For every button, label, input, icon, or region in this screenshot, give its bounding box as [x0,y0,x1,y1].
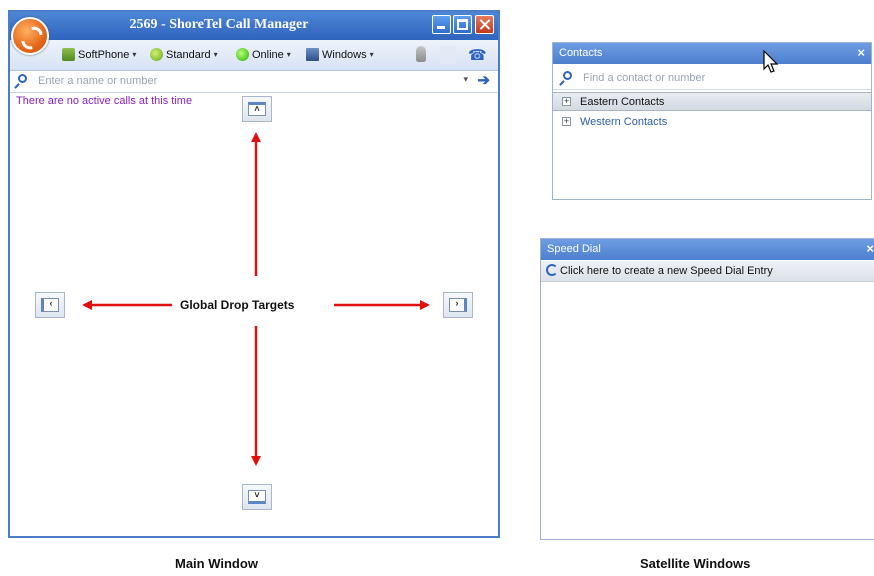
contact-group-western[interactable]: + Western Contacts [553,113,871,132]
create-speed-dial-label: Click here to create a new Speed Dial En… [560,265,773,277]
contact-group-label: Eastern Contacts [580,96,665,108]
close-icon[interactable]: × [866,241,874,256]
contacts-search-input[interactable] [583,70,853,85]
mouse-cursor-icon [763,50,779,73]
expand-icon[interactable]: + [562,97,571,106]
speed-dial-title: Speed Dial [547,243,601,255]
contacts-titlebar[interactable]: Contacts × [553,43,871,64]
speed-dial-titlebar[interactable]: Speed Dial × [541,239,874,260]
contacts-title: Contacts [559,47,603,59]
create-speed-dial-row[interactable]: Click here to create a new Speed Dial En… [541,261,874,282]
search-icon [563,71,572,80]
shoretel-logo[interactable] [11,17,49,55]
expand-icon[interactable]: + [562,117,571,126]
speed-dial-icon [546,264,558,276]
contacts-search-bar [553,65,871,90]
speed-dial-window: Speed Dial × Click here to create a new … [540,238,874,540]
main-window-caption: Main Window [175,556,258,571]
satellite-windows-caption: Satellite Windows [640,556,751,571]
contacts-window: Contacts × + Eastern Contacts + Western … [552,42,872,200]
close-icon[interactable]: × [857,45,865,60]
contact-group-label: Western Contacts [580,116,668,128]
contact-group-eastern[interactable]: + Eastern Contacts [553,92,871,111]
